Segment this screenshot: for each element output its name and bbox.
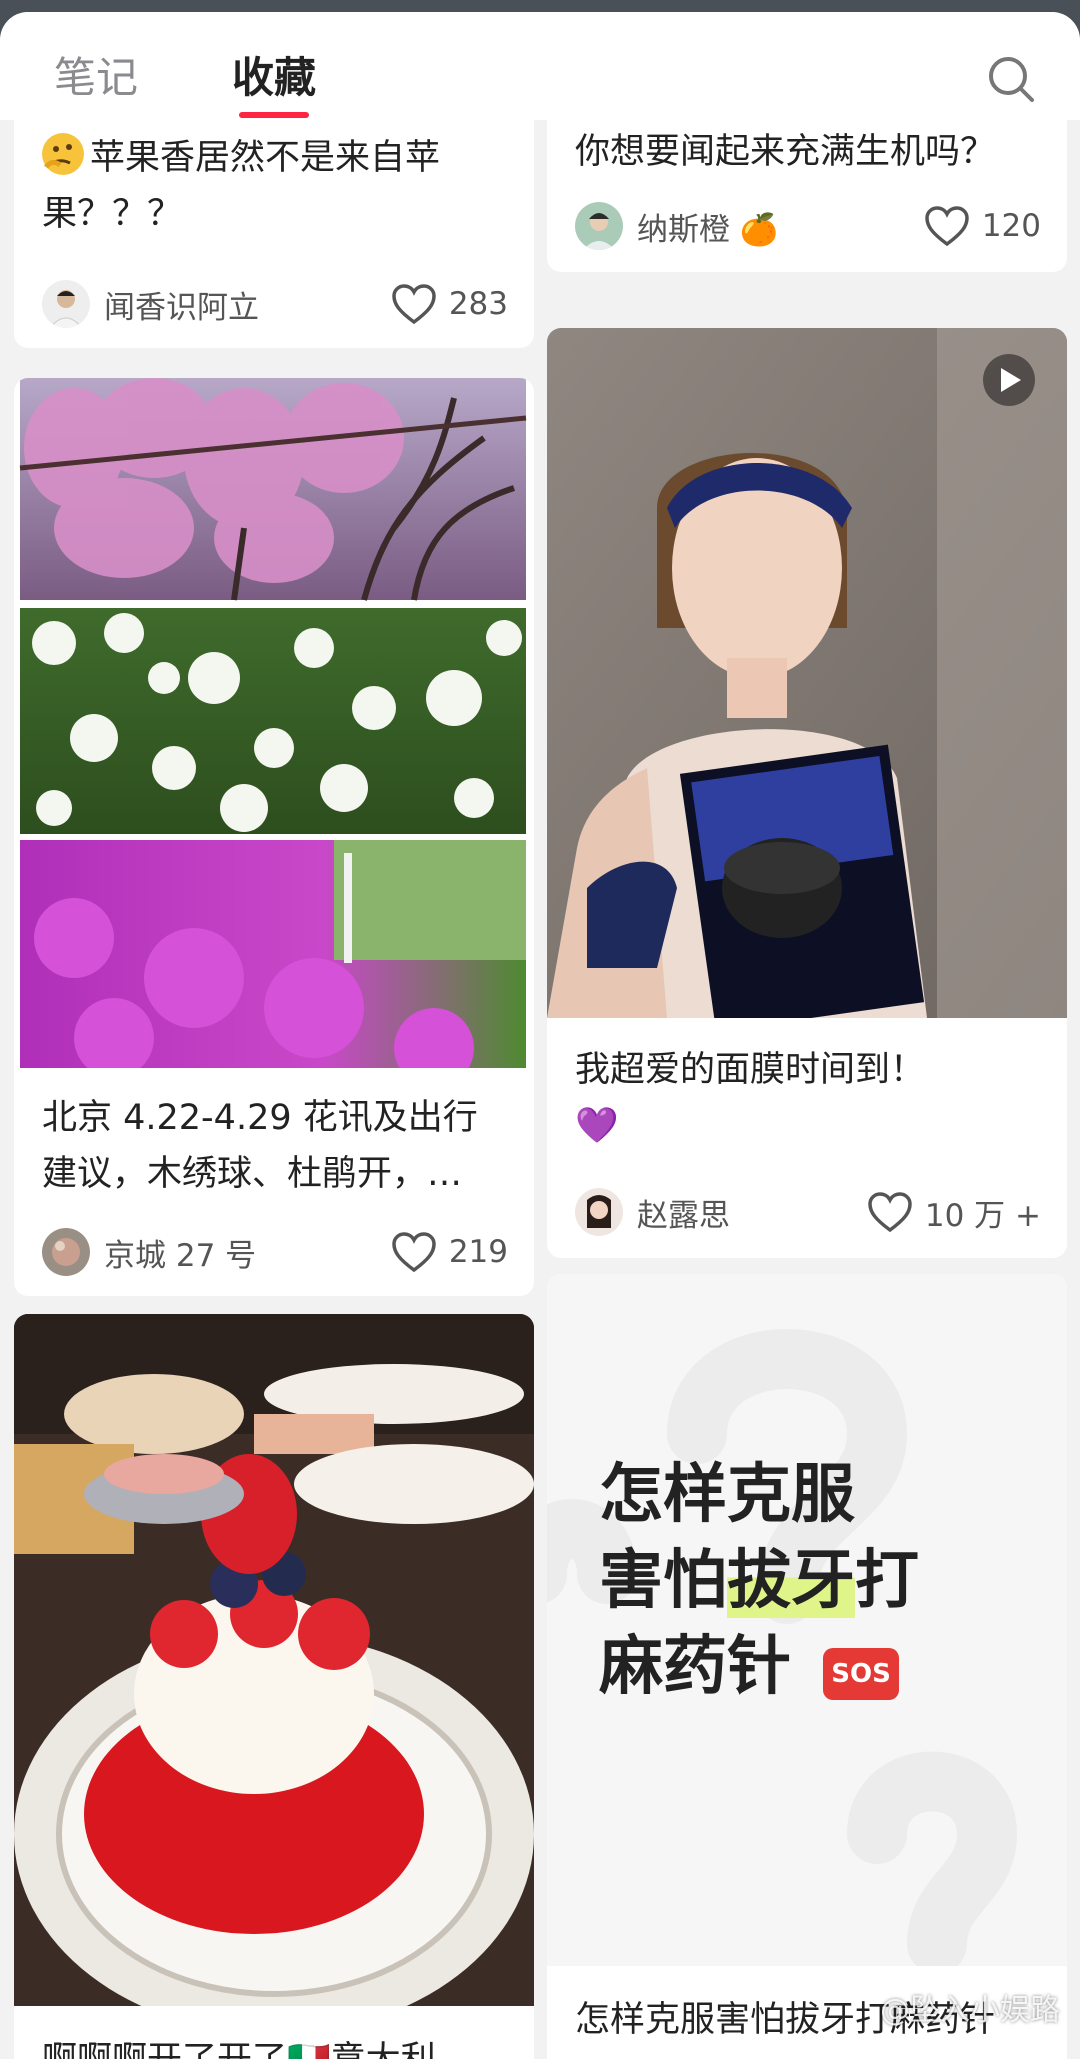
card-title: 啊啊啊开了开了🇮🇹意大利 bbox=[42, 2032, 510, 2059]
heart-icon bbox=[925, 206, 969, 247]
avatar[interactable] bbox=[575, 202, 623, 250]
like-button[interactable]: 10 万 + bbox=[867, 1190, 1041, 1235]
search-icon bbox=[989, 57, 1034, 102]
like-button[interactable]: 219 bbox=[391, 1231, 508, 1273]
author-name[interactable]: 纳斯橙 🍊 bbox=[637, 204, 924, 249]
like-count: 10 万 + bbox=[924, 1197, 1041, 1234]
avatar[interactable] bbox=[575, 1188, 623, 1236]
heart-icon bbox=[392, 1232, 436, 1273]
note-card[interactable]: 我超爱的面膜时间到！ 💜 赵露思 10 万 + bbox=[547, 328, 1067, 1258]
active-tab-indicator bbox=[239, 112, 309, 118]
cover-image: 怎样克服 害怕拔牙打 麻药针 SOS bbox=[547, 1274, 1067, 1966]
cover-text: 怎样克服 害怕拔牙打 麻药针 SOS bbox=[599, 1458, 919, 1704]
like-count: 219 bbox=[448, 1234, 508, 1270]
tab-notes[interactable]: 笔记 bbox=[54, 44, 138, 105]
heart-icon bbox=[392, 284, 436, 325]
purple-heart-emoji: 💜 bbox=[575, 1106, 619, 1146]
like-count: 120 bbox=[981, 208, 1041, 244]
note-card[interactable]: 苹果香居然不是来自苹果？？？ 闻香识阿立 283 bbox=[14, 100, 534, 348]
author-name[interactable]: 闻香识阿立 bbox=[104, 282, 391, 327]
avatar[interactable] bbox=[42, 1228, 90, 1276]
thinking-face-icon bbox=[42, 133, 84, 175]
card-meta: 纳斯橙 🍊 120 bbox=[575, 200, 1041, 252]
search-button[interactable] bbox=[984, 52, 1040, 108]
card-title: 北京 4.22-4.29 花讯及出行建议，木绣球、杜鹃开，… bbox=[42, 1098, 478, 1194]
avatar[interactable] bbox=[42, 280, 90, 328]
orange-emoji: 🍊 bbox=[739, 211, 779, 248]
top-tab-bar: 笔记 收藏 bbox=[0, 12, 1080, 120]
card-title-text: 苹果香居然不是来自苹果？？？ bbox=[42, 138, 441, 234]
card-title: 你想要闻起来充满生机吗？ bbox=[575, 132, 996, 172]
cover-image bbox=[14, 1314, 534, 2006]
cover-image bbox=[547, 328, 1067, 1018]
note-card[interactable]: 啊啊啊开了开了🇮🇹意大利 bbox=[14, 1314, 534, 2059]
author-name[interactable]: 赵露思 bbox=[637, 1190, 867, 1235]
card-meta: 赵露思 10 万 + bbox=[575, 1186, 1041, 1238]
like-button[interactable]: 120 bbox=[924, 205, 1041, 247]
like-button[interactable]: 283 bbox=[391, 283, 508, 325]
card-title: 我超爱的面膜时间到！ 💜 bbox=[575, 1050, 926, 1146]
like-count: 283 bbox=[448, 286, 508, 322]
card-title: 苹果香居然不是来自苹果？？？ bbox=[42, 130, 510, 242]
watermark: @坠入小娱路 bbox=[880, 1993, 1060, 2028]
note-card[interactable]: 北京 4.22-4.29 花讯及出行建议，木绣球、杜鹃开，… 京城 27 号 2… bbox=[14, 378, 534, 1296]
card-meta: 闻香识阿立 283 bbox=[42, 278, 508, 330]
app-sheet: 笔记 收藏 苹果香居然不是来自苹果？？？ 闻香识阿立 283 北京 4.22-4… bbox=[0, 12, 1080, 2059]
cover-highlight: 拔牙 bbox=[727, 1544, 855, 1618]
note-card[interactable]: 怎样克服 害怕拔牙打 麻药针 SOS 怎样克服害怕拔牙打麻药针 bbox=[547, 1274, 1067, 2059]
author-name[interactable]: 京城 27 号 bbox=[104, 1230, 391, 1275]
tab-favorites[interactable]: 收藏 bbox=[232, 44, 316, 105]
sos-badge: SOS bbox=[823, 1648, 899, 1700]
card-meta: 京城 27 号 219 bbox=[42, 1226, 508, 1278]
cover-image bbox=[19, 378, 527, 1068]
heart-icon bbox=[868, 1192, 912, 1233]
